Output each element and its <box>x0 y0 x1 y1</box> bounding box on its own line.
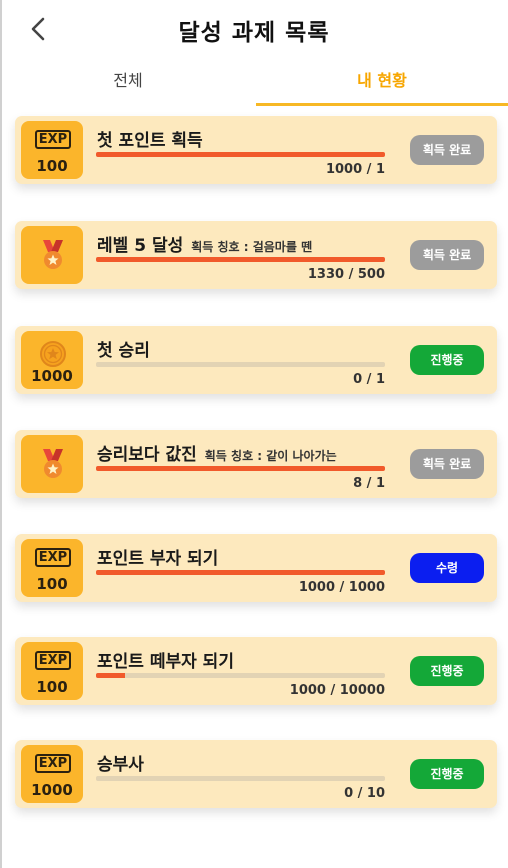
medal-icon <box>38 448 68 480</box>
progress-bar <box>96 673 385 678</box>
progress-count: 1000 / 10000 <box>289 683 385 698</box>
progress-count: 8 / 1 <box>353 476 385 491</box>
achievement-card[interactable]: EXP 1000 승부사 0 / 10 진행중 <box>15 740 497 808</box>
status-button[interactable]: 획득 완료 <box>410 240 484 270</box>
active-tab-indicator <box>256 103 508 106</box>
reward-badge: EXP 100 <box>21 121 83 179</box>
status-button[interactable]: 획득 완료 <box>410 449 484 479</box>
achievement-title: 레벨 5 달성 <box>97 236 184 256</box>
achievement-card[interactable]: EXP 100 첫 포인트 획득 1000 / 1 획득 완료 <box>15 116 497 184</box>
tab-bar: 전체 내 현황 <box>0 58 508 108</box>
achievement-title: 포인트 떼부자 되기 <box>97 652 234 672</box>
achievement-title: 승부사 <box>97 755 144 775</box>
achievement-card[interactable]: 레벨 5 달성 획득 칭호 : 걸음마를 뗀 1330 / 500 획득 완료 <box>15 221 497 289</box>
reward-badge: EXP 100 <box>21 642 83 700</box>
reward-badge: EXP 1000 <box>21 745 83 803</box>
progress-fill <box>96 570 385 575</box>
reward-amount: 1000 <box>31 367 73 385</box>
progress-fill <box>96 257 385 262</box>
status-button[interactable]: 진행중 <box>410 759 484 789</box>
status-button[interactable]: 획득 완료 <box>410 135 484 165</box>
progress-bar <box>96 362 385 367</box>
progress-bar <box>96 466 385 471</box>
reward-amount: 100 <box>36 157 68 175</box>
reward-amount: 100 <box>36 575 68 593</box>
status-button[interactable]: 진행중 <box>410 345 484 375</box>
progress-count: 1330 / 500 <box>307 267 385 282</box>
achievement-card[interactable]: EXP 100 포인트 떼부자 되기 1000 / 10000 진행중 <box>15 637 497 705</box>
reward-amount: 1000 <box>31 781 73 799</box>
reward-badge: 1000 <box>21 331 83 389</box>
page-title: 달성 과제 목록 <box>178 20 330 46</box>
progress-fill <box>96 673 125 678</box>
progress-count: 1000 / 1 <box>325 162 385 177</box>
achievement-title: 승리보다 값진 <box>97 445 197 465</box>
progress-bar <box>96 570 385 575</box>
exp-icon: EXP <box>35 548 71 567</box>
tab-my-status[interactable]: 내 현황 <box>256 58 508 108</box>
claim-button[interactable]: 수령 <box>410 553 484 583</box>
progress-bar <box>96 776 385 781</box>
progress-count: 0 / 10 <box>344 786 385 801</box>
status-button[interactable]: 진행중 <box>410 656 484 686</box>
window-edge <box>0 0 2 868</box>
exp-icon: EXP <box>35 651 71 670</box>
reward-badge: EXP 100 <box>21 539 83 597</box>
progress-fill <box>96 152 385 157</box>
progress-count: 0 / 1 <box>353 372 385 387</box>
achievement-title: 첫 포인트 획득 <box>97 131 203 151</box>
header: 달성 과제 목록 <box>0 0 508 58</box>
achievement-reward-title: 획득 칭호 : 걸음마를 뗀 <box>191 240 313 254</box>
achievement-reward-title: 획득 칭호 : 같이 나아가는 <box>204 449 337 463</box>
achievement-card[interactable]: 1000 첫 승리 0 / 1 진행중 <box>15 326 497 394</box>
achievement-title: 포인트 부자 되기 <box>97 549 219 569</box>
progress-bar <box>96 257 385 262</box>
tab-all[interactable]: 전체 <box>0 58 256 108</box>
progress-fill <box>96 466 385 471</box>
reward-badge <box>21 435 83 493</box>
progress-bar <box>96 152 385 157</box>
reward-badge <box>21 226 83 284</box>
medal-icon <box>38 239 68 271</box>
exp-icon: EXP <box>35 130 71 149</box>
progress-count: 1000 / 1000 <box>298 580 385 595</box>
achievement-title: 첫 승리 <box>97 341 150 361</box>
exp-icon: EXP <box>35 754 71 773</box>
achievement-card[interactable]: EXP 100 포인트 부자 되기 1000 / 1000 수령 <box>15 534 497 602</box>
achievement-card[interactable]: 승리보다 값진 획득 칭호 : 같이 나아가는 8 / 1 획득 완료 <box>15 430 497 498</box>
reward-amount: 100 <box>36 678 68 696</box>
